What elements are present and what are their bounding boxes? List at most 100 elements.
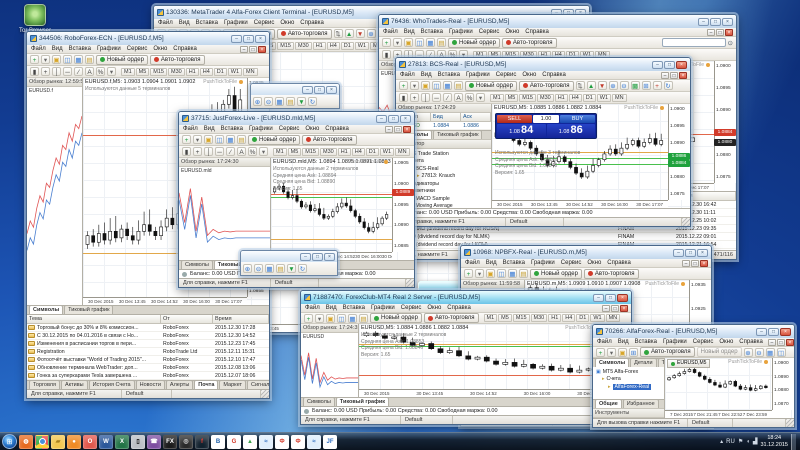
taskbar-icon-media-player[interactable]: ● — [67, 435, 81, 449]
tool-icon[interactable]: ▼ — [356, 29, 365, 38]
tray-network-icon[interactable]: ▟ — [753, 438, 758, 445]
period-button[interactable]: M15 — [513, 314, 530, 322]
tab-Тиковый график[interactable]: Тиковый график — [433, 130, 482, 139]
tab-Тиковый график[interactable]: Тиковый график — [336, 397, 389, 406]
tool-icon[interactable]: ▼ — [297, 97, 306, 106]
child-minimize-icon[interactable]: – — [707, 29, 715, 36]
tool-icon[interactable]: ▦ — [275, 97, 284, 106]
tool-icon[interactable]: ◫ — [777, 348, 786, 357]
tool-icon[interactable]: ▤ — [454, 81, 463, 90]
period-button[interactable]: H4 — [569, 94, 582, 102]
tool-icon[interactable]: A — [237, 147, 246, 156]
taskbar-icon-explorer-folder[interactable]: ▰ — [51, 435, 65, 449]
new-order-button[interactable]: Новый ордер — [370, 313, 422, 323]
taskbar-icon-firefox[interactable]: ◍ — [19, 435, 33, 449]
period-button[interactable]: H1 — [313, 42, 326, 50]
tool-icon[interactable]: ▤ — [286, 97, 295, 106]
buy-button[interactable]: BUY — [560, 115, 595, 123]
period-button[interactable]: M30 — [168, 68, 185, 76]
tab-Тиковый график[interactable]: Тиковый график — [64, 305, 113, 314]
resize-grip[interactable] — [261, 390, 269, 398]
maximize-button[interactable]: □ — [605, 294, 616, 302]
price-chart[interactable]: EURUSD,M5: 1.0885 1.0886 1.0882 1.0884 P… — [492, 104, 690, 208]
tool-icon[interactable]: │ — [421, 93, 430, 102]
taskbar-icon-metatrader-dark[interactable]: f — [195, 435, 209, 449]
period-button[interactable]: MN — [243, 68, 258, 76]
mail-row[interactable]: Обновление терминала WebTrader: доп...Ro… — [27, 364, 269, 372]
tool-icon[interactable]: ▣ — [204, 135, 213, 144]
tool-icon[interactable]: ⊕ — [253, 97, 262, 106]
menu-item[interactable]: Вставка — [634, 339, 658, 345]
menu-item[interactable]: Справка — [606, 260, 632, 266]
tool-icon[interactable]: ▣ — [52, 55, 61, 64]
minimize-button[interactable]: – — [673, 249, 684, 257]
window-alfaforex-mt5[interactable]: 70266: AlfaForex-Real - [EURUSD,M5] –□× … — [592, 324, 795, 428]
period-button[interactable]: H4 — [562, 314, 575, 322]
news-row[interactable]: НЛМК ПАО (dividend record day for NLMK)F… — [379, 233, 736, 241]
mail-row[interactable]: Фотоотчёт выставки "World of Trading 201… — [27, 356, 269, 364]
tool-icon[interactable]: ◫ — [63, 55, 72, 64]
tab-Символы[interactable]: Символы — [595, 358, 629, 367]
tab-Активы[interactable]: Активы — [61, 380, 88, 389]
menu-item[interactable]: Сервис — [560, 260, 583, 266]
taskbar-icon-viber[interactable]: ☎ — [147, 435, 161, 449]
tray-language[interactable]: RU — [726, 439, 735, 445]
tick-chart[interactable] — [179, 175, 270, 260]
minimize-button[interactable]: – — [231, 35, 242, 43]
period-button[interactable]: MN — [612, 94, 627, 102]
titlebar[interactable]: 27813: BCS-Real - [EURUSD,M5] –□× — [396, 58, 690, 71]
menu-item[interactable]: Справка — [299, 20, 325, 26]
period-button[interactable]: M15 — [519, 94, 536, 102]
minimize-button[interactable]: – — [756, 328, 767, 336]
period-button[interactable]: D1 — [366, 148, 379, 156]
bid-quote[interactable]: 1.0884 — [497, 124, 546, 137]
maximize-button[interactable]: □ — [314, 86, 325, 94]
menu-item[interactable]: Справка — [738, 339, 764, 345]
tab-Маркет[interactable]: Маркет — [219, 380, 246, 389]
tool-icon[interactable]: ▼ — [287, 264, 296, 273]
tool-icon[interactable]: A — [454, 93, 463, 102]
hidden-window-fragment-2[interactable]: –□× ⊕⊖▦▤▼↻ — [240, 250, 338, 276]
period-button[interactable]: H4 — [327, 42, 340, 50]
taskbar-icon-fxpro-2[interactable]: Ф — [291, 435, 305, 449]
menu-item[interactable]: Графики — [662, 339, 688, 345]
period-button[interactable]: H1 — [548, 314, 561, 322]
tool-icon[interactable]: ▮ — [382, 50, 391, 59]
menu-item[interactable]: Вид — [178, 20, 191, 26]
close-button[interactable]: × — [697, 249, 708, 257]
tool-icon[interactable]: ▲ — [345, 29, 354, 38]
window-bcs[interactable]: 27813: BCS-Real - [EURUSD,M5] –□× ФайлВи… — [395, 57, 691, 227]
tool-icon[interactable]: + — [399, 81, 408, 90]
hidden-window-fragment[interactable]: –□× ⊕⊖▦▤▼↻ — [250, 83, 340, 109]
menu-item[interactable]: Вставка — [502, 260, 526, 266]
taskbar-icon-jf-app[interactable]: JF — [323, 435, 337, 449]
menu-item[interactable]: Окно — [152, 46, 168, 52]
tool-icon[interactable]: ⊖ — [264, 97, 273, 106]
tool-icon[interactable]: ─ — [63, 67, 72, 76]
tool-icon[interactable]: + — [182, 135, 191, 144]
tool-icon[interactable]: ▾ — [315, 314, 324, 323]
tool-icon[interactable]: ▤ — [437, 38, 446, 47]
tool-icon[interactable]: ↻ — [308, 97, 317, 106]
period-button[interactable]: M5 — [505, 94, 519, 102]
tool-icon[interactable]: ▤ — [237, 135, 246, 144]
menu-item[interactable]: Справка — [541, 72, 567, 78]
tool-icon[interactable]: ∕ — [443, 93, 452, 102]
tool-icon[interactable]: + — [464, 269, 473, 278]
menu-item[interactable]: Вид — [403, 29, 416, 35]
tab-Почта[interactable]: Почта — [194, 380, 218, 389]
tick-chart[interactable] — [27, 95, 82, 305]
new-order-button[interactable]: Новый ордер — [248, 135, 300, 145]
menu-item[interactable]: Окно — [718, 339, 734, 345]
titlebar[interactable]: 76436: WhoTrades-Real - [EURUSD,M5] – □ … — [379, 15, 736, 28]
tool-icon[interactable]: │ — [204, 147, 213, 156]
period-button[interactable]: D1 — [214, 68, 227, 76]
menu-item[interactable]: Сервис — [495, 72, 518, 78]
period-button[interactable]: M30 — [320, 148, 337, 156]
autotrade-button[interactable]: Авто-торговля — [150, 55, 205, 65]
menu-item[interactable]: Графики — [465, 72, 491, 78]
period-button[interactable]: M30 — [295, 42, 312, 50]
menu-item[interactable]: Вставка — [437, 72, 461, 78]
period-button[interactable]: MN — [395, 148, 410, 156]
tool-icon[interactable]: ▤ — [519, 269, 528, 278]
